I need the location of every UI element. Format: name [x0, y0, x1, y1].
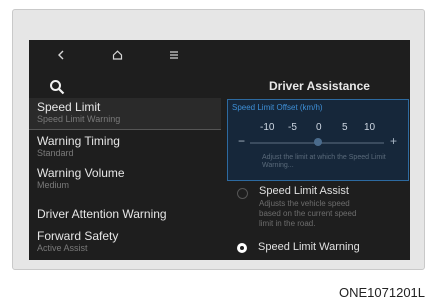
- offset-description: Adjust the limit at which the Speed Limi…: [262, 154, 386, 169]
- menu-item-value: Active Assist: [37, 243, 88, 253]
- figure-code: ONE1071201L: [339, 285, 426, 300]
- speed-limit-offset-panel: Speed Limit Offset (km/h) -10 -5 0 5 10 …: [227, 99, 409, 181]
- settings-menu: Speed Limit Speed Limit Warning Warning …: [29, 98, 221, 255]
- menu-item-label: Driver Attention Warning: [37, 207, 167, 221]
- option-label: Speed Limit Assist: [259, 185, 349, 197]
- offset-option[interactable]: 5: [342, 122, 348, 133]
- offset-option[interactable]: -10: [260, 122, 274, 133]
- offset-option[interactable]: -5: [288, 122, 297, 133]
- hamburger-menu-icon: [170, 51, 178, 59]
- infotainment-screen: Speed Limit Speed Limit Warning Warning …: [29, 40, 410, 260]
- option-label: Speed Limit Warning: [258, 241, 360, 253]
- menu-item-label: Forward Safety: [37, 229, 119, 243]
- increase-button[interactable]: +: [390, 134, 397, 148]
- menu-item-driver-attention-warning[interactable]: Driver Attention Warning: [29, 199, 221, 225]
- speed-limit-warning-option[interactable]: Speed Limit Warning: [237, 241, 407, 257]
- menu-item-warning-timing[interactable]: Warning Timing Standard: [29, 132, 221, 165]
- offset-option[interactable]: 10: [364, 122, 375, 133]
- menu-item-value: Standard: [37, 148, 74, 158]
- offset-label: Speed Limit Offset (km/h): [232, 103, 323, 112]
- top-navigation: [29, 40, 229, 70]
- home-icon: [112, 50, 122, 60]
- offset-option[interactable]: 0: [316, 122, 322, 133]
- home-button[interactable]: [107, 46, 127, 64]
- offset-slider-thumb[interactable]: [314, 138, 322, 146]
- menu-item-label: Warning Timing: [37, 134, 120, 148]
- menu-item-value: Speed Limit Warning: [37, 114, 121, 124]
- back-button[interactable]: [51, 46, 71, 64]
- offset-scale: -10 -5 0 5 10: [258, 122, 378, 136]
- menu-button[interactable]: [164, 46, 184, 64]
- page-title: Driver Assistance: [269, 79, 370, 93]
- menu-item-speed-limit[interactable]: Speed Limit Speed Limit Warning: [29, 98, 221, 130]
- menu-item-label: Warning Volume: [37, 166, 125, 180]
- menu-item-forward-safety[interactable]: Forward Safety Active Assist: [29, 225, 221, 255]
- menu-item-value: Medium: [37, 180, 70, 190]
- chevron-left-icon: [58, 50, 64, 60]
- menu-item-label: Speed Limit: [37, 100, 101, 114]
- option-description: Adjusts the vehicle speed based on the c…: [259, 199, 357, 228]
- search-button[interactable]: [49, 79, 67, 97]
- radio-button[interactable]: [237, 188, 248, 199]
- radio-button-selected[interactable]: [237, 243, 247, 253]
- menu-item-warning-volume[interactable]: Warning Volume Medium: [29, 165, 221, 199]
- speed-limit-assist-option[interactable]: Speed Limit Assist Adjusts the vehicle s…: [237, 185, 409, 229]
- decrease-button[interactable]: −: [238, 134, 245, 148]
- search-icon: [50, 80, 65, 95]
